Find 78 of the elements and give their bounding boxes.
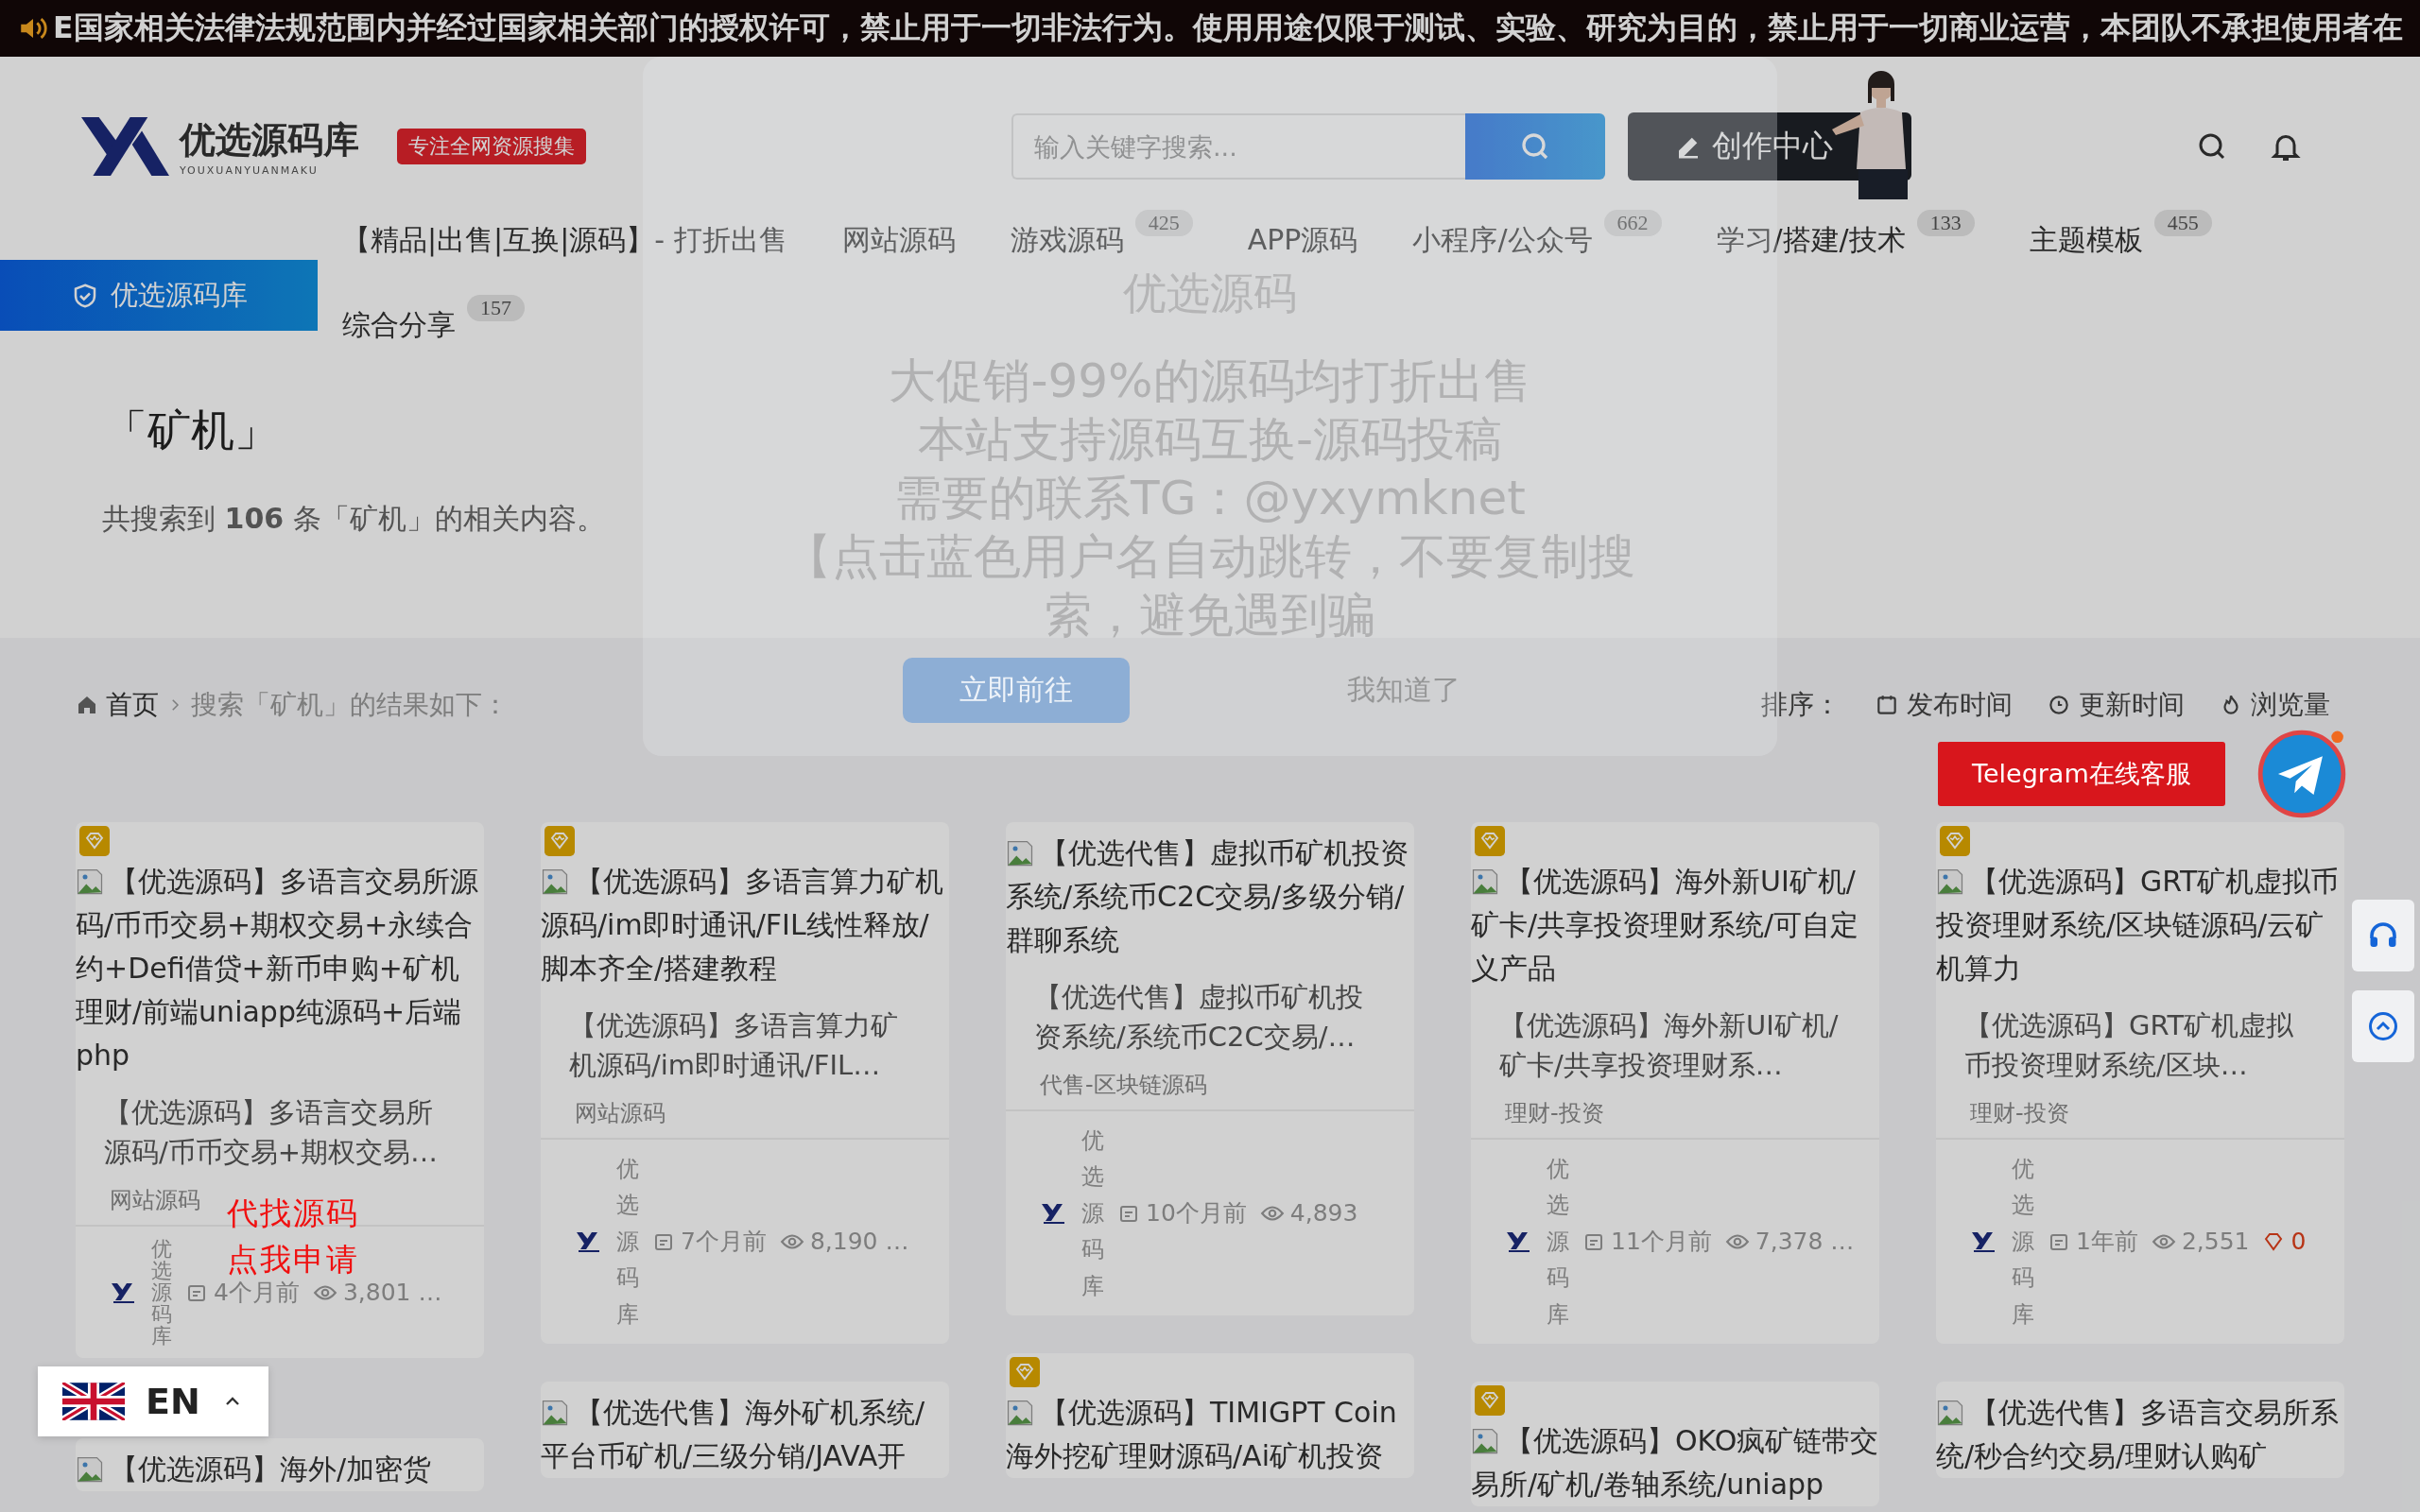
card-title[interactable]: 【优选源码】GRT矿机虚拟币投资理财系统/区块链源码/云矿机算力	[1936, 860, 2344, 990]
breadcrumb-current: 搜索「矿机」的结果如下：	[191, 688, 509, 722]
nav-link[interactable]: 小程序/公众号	[1412, 220, 1593, 260]
card-title[interactable]: 【优选源码】多语言算力矿机源码/im即时通讯/FIL线性释放/脚本齐全/搭建教程	[541, 860, 949, 990]
view-count: 4,893	[1289, 1199, 1358, 1228]
nav-link[interactable]: 【精品|出售|互换|源码】- 打折出售	[342, 220, 787, 260]
broken-image-icon	[1006, 839, 1034, 868]
post-card[interactable]: 【优选代售】虚拟币矿机投资系统/系统币C2C交易/多级分销/群聊系统 【优选代售】虚拟币矿机投资系统/系统币C2C交易/… 代售-区块链源码 优选源码库 10个月前 4,893	[1006, 822, 1414, 1315]
broken-image-icon	[1471, 1426, 1499, 1455]
clock-icon	[2047, 693, 2071, 717]
sort-option[interactable]: 更新时间	[2047, 687, 2185, 723]
site-tab[interactable]: 优选源码库	[0, 260, 318, 331]
broken-image-icon	[541, 1398, 569, 1427]
count-badge: 425	[1134, 210, 1193, 236]
view-count: 8,190 …	[809, 1228, 909, 1256]
post-card[interactable]: 【优选源码】GRT矿机虚拟币投资理财系统/区块链源码/云矿机算力 【优选源码】GRT矿机虚拟币投资理财系统/区块… 理财-投资 优选源码库 1年前 2,551 0	[1936, 822, 2344, 1344]
count-badge: 133	[1916, 210, 1975, 236]
sort-label: 排序：	[1761, 688, 1841, 722]
search-field[interactable]: 输入关键字搜索...	[1011, 113, 1465, 180]
broken-image-icon	[1936, 868, 1964, 896]
flag-icon	[62, 1383, 126, 1420]
count-badge: 455	[2153, 210, 2212, 236]
nav-link[interactable]: APP源码	[1247, 220, 1358, 260]
count-badge: 662	[1603, 210, 1662, 236]
post-date: 7个月前	[681, 1227, 767, 1258]
language-selector[interactable]: EN	[38, 1366, 268, 1436]
post-card[interactable]: 【优选源码】TIMIGPT Coin海外挖矿理财源码/Ai矿机投资	[1006, 1352, 1414, 1478]
post-card[interactable]: 【优选源码】海外新UI矿机/矿卡/共享投资理财系统/可自定义产品 【优选源码】海外新UI矿机/矿卡/共享投资理财系… 理财-投资 优选源码库 11个月前 7,378 …	[1471, 822, 1879, 1344]
sort-option[interactable]: 浏览量	[2219, 687, 2330, 723]
logo-name: 优选源码库	[180, 117, 359, 163]
card-excerpt: 【优选源码】多语言交易所源码/币币交易+期权交易…	[103, 1095, 440, 1170]
logo-icon	[80, 117, 170, 176]
nav-link[interactable]: 游戏源码	[1010, 220, 1124, 260]
telegram-support-button[interactable]: Telegram在线客服	[1938, 742, 2225, 806]
breadcrumb-link[interactable]: 首页	[106, 687, 159, 723]
card-excerpt: 【优选源码】海外新UI矿机/矿卡/共享投资理财系…	[1498, 1008, 1840, 1083]
home-icon	[76, 694, 98, 716]
broken-image-icon	[541, 868, 569, 896]
headset-button[interactable]	[2352, 900, 2414, 971]
card-excerpt: 【优选源码】GRT矿机虚拟币投资理财系统/区块…	[1963, 1008, 2295, 1083]
nav-link[interactable]: 主题模板	[2029, 220, 2143, 260]
view-count: 7,378 …	[1754, 1228, 1855, 1256]
result-summary: 共搜索到 106 条「矿机」的相关内容。	[102, 501, 605, 537]
card-title[interactable]: 【优选代售】虚拟币矿机投资系统/系统币C2C交易/多级分销/群聊系统	[1006, 832, 1414, 962]
card-excerpt: 【优选代售】虚拟币矿机投资系统/系统币C2C交易/…	[1033, 980, 1364, 1055]
nav-link[interactable]: 综合分享	[342, 305, 456, 345]
broken-image-icon	[1006, 1398, 1034, 1427]
broken-image-icon	[1936, 1398, 1964, 1427]
like-count: 0	[2290, 1228, 2307, 1256]
logo-subtitle: YOUXUANYUANMAKU	[180, 164, 320, 177]
sort-option[interactable]: 发布时间	[1875, 687, 2013, 723]
post-date: 10个月前	[1146, 1198, 1247, 1229]
post-card[interactable]: 【优选源码】多语言算力矿机源码/im即时通讯/FIL线性释放/脚本齐全/搭建教程 【优选源码】多语言算力矿机源码/im即时通讯/FIL… 网站源码 优选源码库 7个月前 8,190 …	[541, 822, 949, 1344]
card-excerpt: 【优选源码】多语言算力矿机源码/im即时通讯/FIL…	[568, 1008, 899, 1083]
search-title: 「矿机」	[104, 404, 278, 457]
nav-link[interactable]: 网站源码	[841, 220, 956, 260]
calendar-icon	[1875, 693, 1899, 717]
back-to-top-button[interactable]	[2352, 990, 2414, 1062]
card-title[interactable]: 【优选源码】TIMIGPT Coin海外挖矿理财源码/Ai矿机投资	[1006, 1390, 1414, 1478]
broken-image-icon	[76, 1455, 104, 1485]
notice-text: E国家相关法律法规范围内并经过国家相关部门的授权许可，禁止用于一切非法行为。使用用途仅限于测试、实验、研究为目的，禁止用于一切商业运营，本团队不承担使用者在	[53, 9, 2403, 46]
nav-link[interactable]: 学习/搭建/技术	[1716, 220, 1906, 260]
search-button[interactable]	[1465, 113, 1605, 180]
count-badge: 157	[467, 295, 525, 321]
post-card[interactable]: 【优选源码】OKO疯矿链带交易所/矿机/卷轴系统/uniapp	[1471, 1381, 1879, 1506]
view-count: 2,551	[2181, 1228, 2250, 1256]
slogan-tag: 专注全网资源搜集	[397, 129, 586, 164]
telegram-icon[interactable]	[2256, 730, 2346, 818]
broken-image-icon	[76, 868, 104, 896]
post-card[interactable]: 【优选源码】海外/加密货	[76, 1438, 484, 1492]
broken-image-icon	[1471, 868, 1499, 896]
card-title[interactable]: 【优选源码】海外新UI矿机/矿卡/共享投资理财系统/可自定义产品	[1471, 860, 1879, 990]
post-date: 1年前	[2076, 1227, 2138, 1258]
post-date: 11个月前	[1611, 1227, 1712, 1258]
view-count: 3,801 …	[342, 1279, 442, 1307]
card-title[interactable]: 【优选源码】OKO疯矿链带交易所/矿机/卷轴系统/uniapp	[1471, 1418, 1879, 1506]
card-title[interactable]: 【优选源码】多语言交易所源码/币币交易+期权交易+永续合约+Defi借贷+新币申购+矿机理财/前端uniapp纯源码+后端php	[76, 860, 484, 1077]
chevron-up-icon	[2366, 1009, 2400, 1043]
